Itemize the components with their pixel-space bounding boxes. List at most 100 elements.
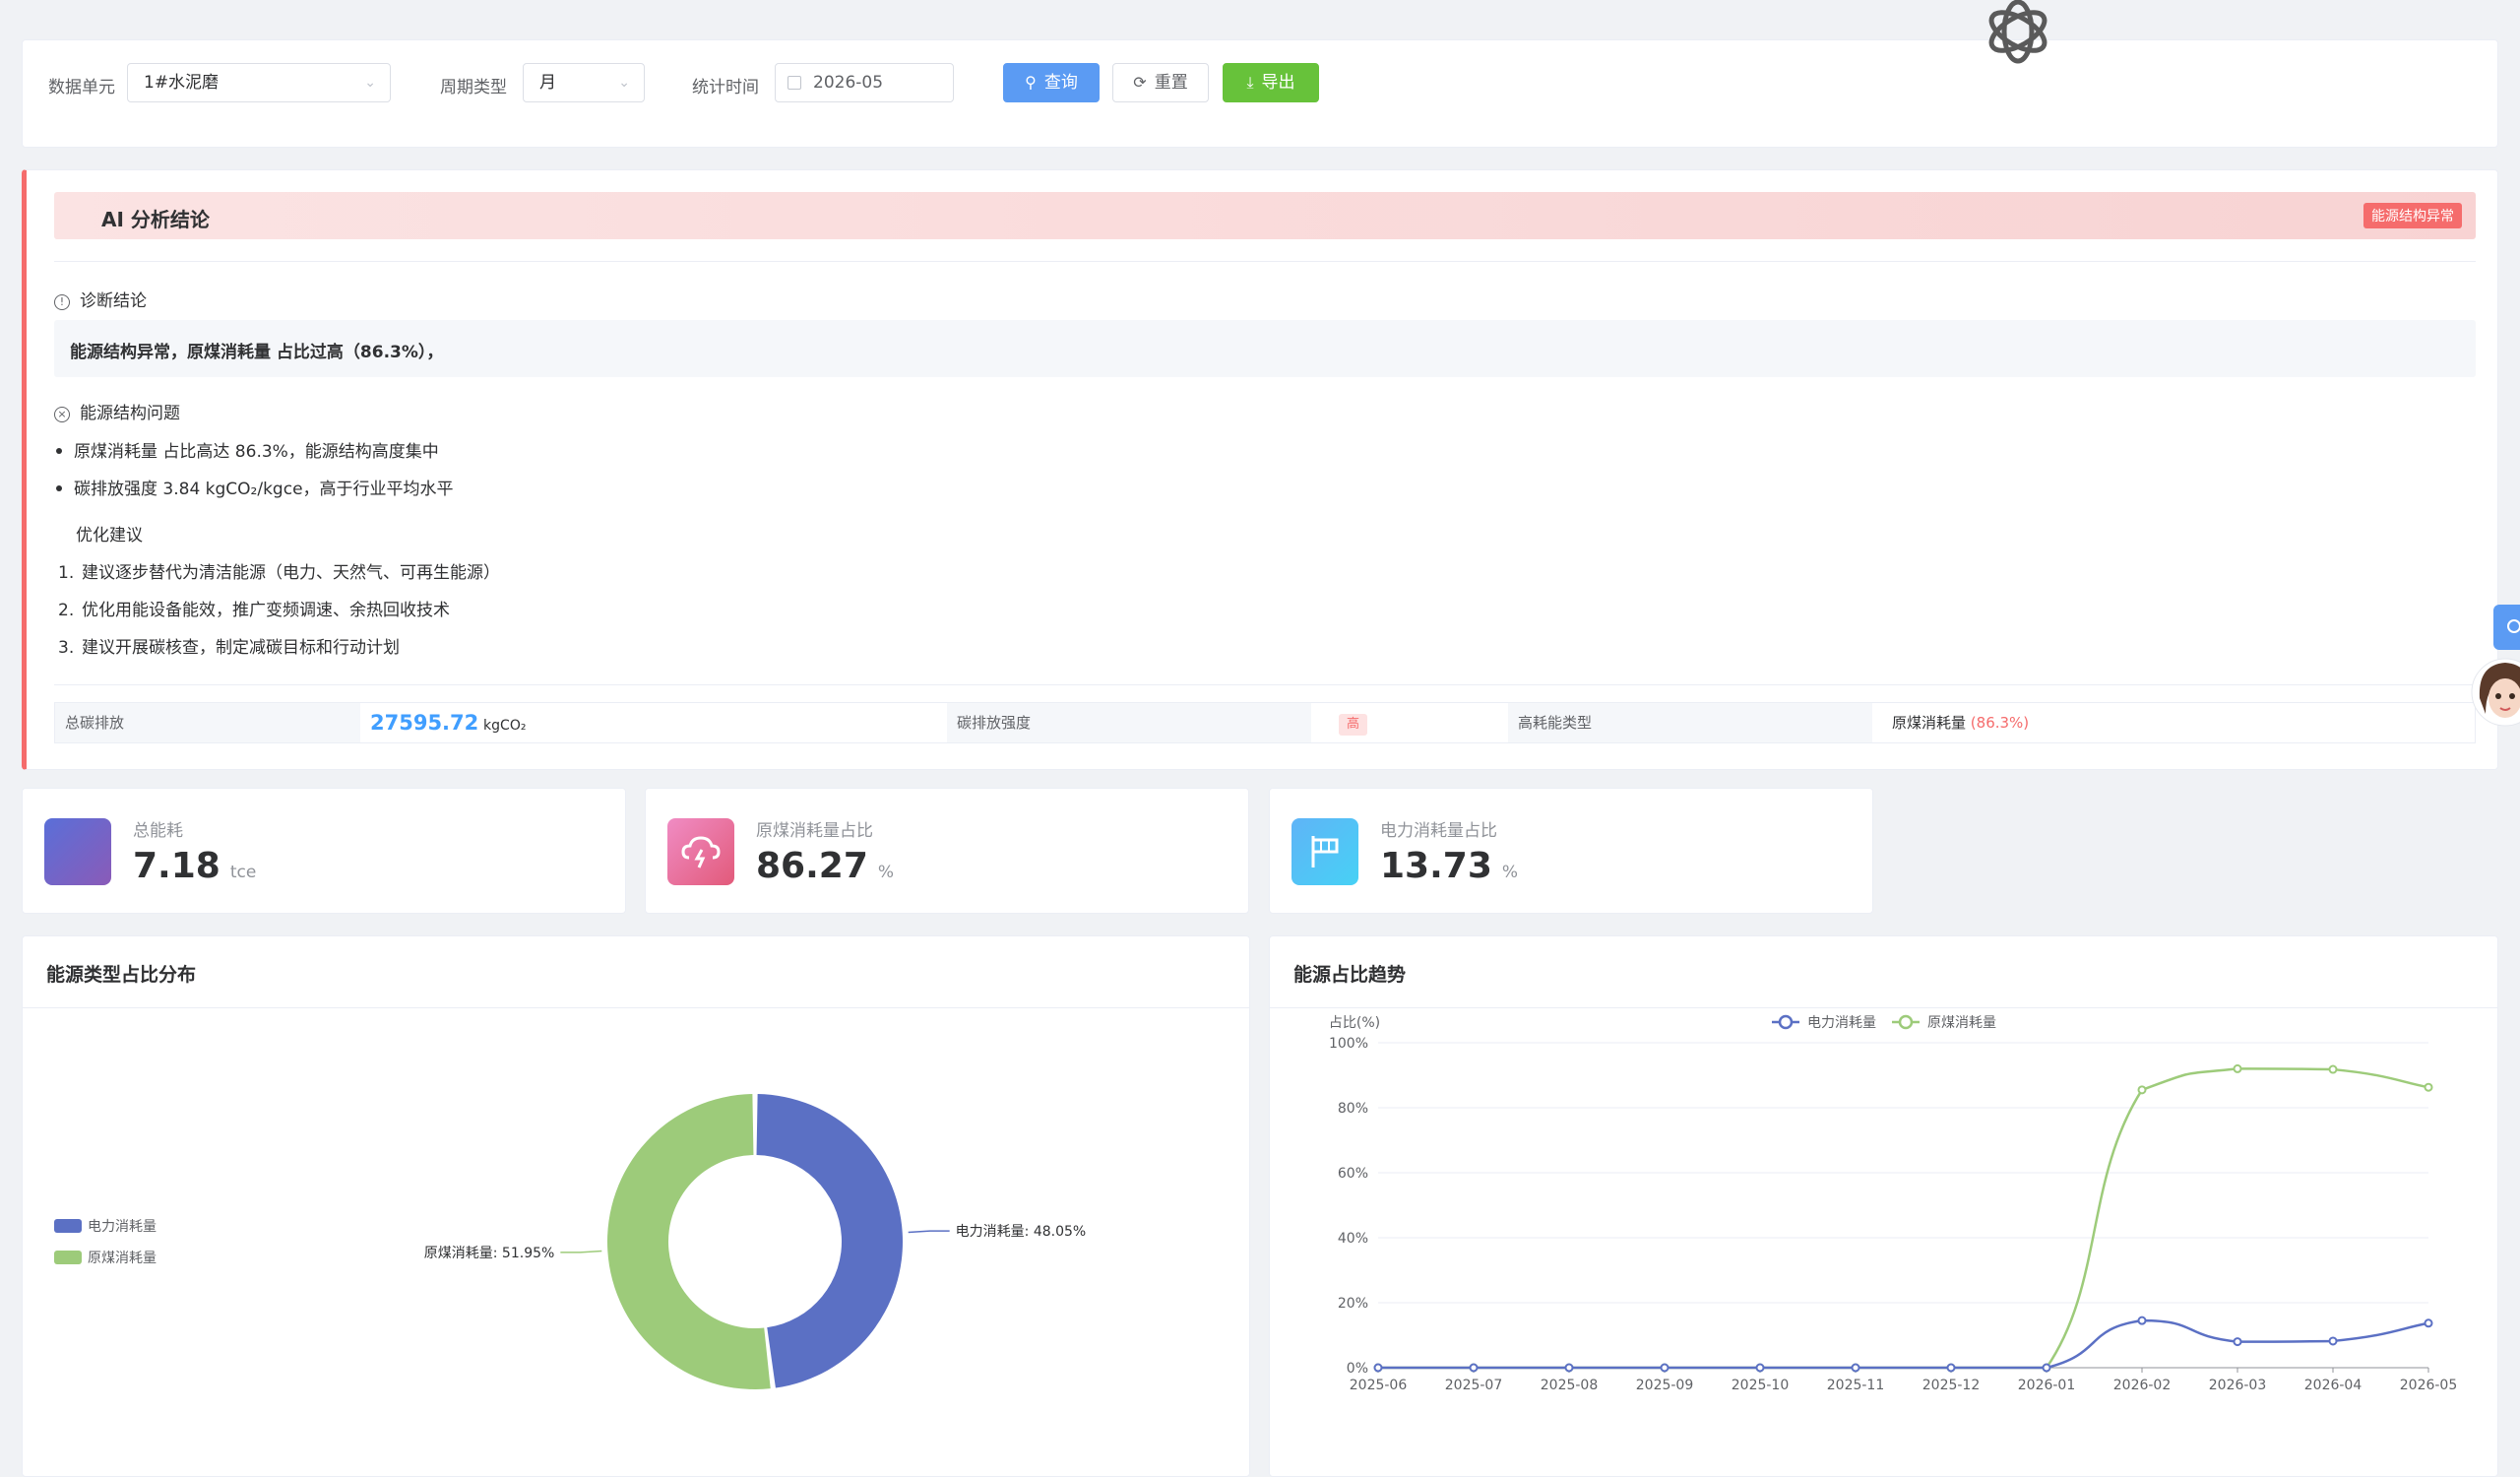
chevron-down-icon: ⌄: [364, 75, 376, 91]
x-tick-label: 2026-04: [2304, 1378, 2362, 1393]
type-value: 原煤消耗量 (86.3%): [1892, 703, 2029, 742]
divider: [54, 261, 2476, 262]
issues-heading: × 能源结构问题: [54, 399, 180, 423]
ai-analysis-header: AI 分析结论 能源结构异常: [54, 192, 2476, 239]
line-chart: 占比(%) 0% 20% 40% 60% 80% 100% 2025-06 2025-07 202…: [1329, 1014, 2458, 1393]
pie-chart-panel: 能源类型占比分布 电力消耗量 原煤消耗量 电力消耗量: 48.05% 原煤消耗量:…: [22, 935, 1250, 1477]
type-label: 高耗能类型: [1508, 703, 1872, 742]
suggestion-number: 3.: [58, 638, 75, 658]
legend-marker: [1898, 1014, 1914, 1030]
issue-item: 碳排放强度 3.84 kgCO₂/kgce，高于行业平均水平: [56, 475, 454, 499]
unit-label: 数据单元: [48, 78, 115, 97]
stat-unit: %: [877, 863, 895, 882]
suggestion-text: 建议逐步替代为清洁能源（电力、天然气、可再生能源）: [82, 563, 500, 583]
download-icon: ⤓: [1246, 73, 1254, 92]
x-tick-label: 2025-11: [1827, 1378, 1885, 1393]
suggestion-item: 2. 优化用能设备能效，推广变频调速、余热回收技术: [58, 596, 450, 620]
query-button[interactable]: ⚲ 查询: [1003, 63, 1100, 102]
data-point: [2328, 1336, 2338, 1346]
assistant-avatar[interactable]: [2466, 655, 2520, 730]
diagnosis-box: 能源结构异常，原煤消耗量 占比过高（86.3%），: [54, 320, 2476, 377]
ai-analysis-title: AI 分析结论: [101, 208, 210, 231]
pie-slice: [756, 1094, 903, 1388]
unit-select[interactable]: 1#水泥磨 ⌄: [127, 63, 391, 102]
total-emission-label: 总碳排放: [55, 703, 360, 742]
data-point: [1946, 1363, 1956, 1373]
suggestions-heading: 优化建议: [76, 526, 143, 546]
stat-unit: tce: [229, 863, 257, 882]
export-button[interactable]: ⤓ 导出: [1223, 63, 1319, 102]
series-line: [1378, 1318, 2429, 1370]
calendar-icon: [788, 76, 801, 90]
stat-value: 86.27%: [756, 846, 894, 886]
x-tick-label: 2025-06: [1350, 1378, 1408, 1393]
flag-glyph: [1311, 836, 1339, 867]
stat-number: 86.27: [756, 846, 868, 886]
y-tick-label: 40%: [1338, 1231, 1368, 1247]
x-tick-label: 2026-02: [2113, 1378, 2172, 1393]
close-circle-icon: ×: [54, 407, 70, 422]
diagnosis-heading-text: 诊断结论: [80, 291, 147, 311]
suggestion-item: 3. 建议开展碳核查，制定减碳目标和行动计划: [58, 633, 400, 658]
stat-value: 7.18 tce: [133, 846, 256, 886]
export-button-label: 导出: [1261, 73, 1295, 93]
pie-panel-title: 能源类型占比分布: [46, 964, 197, 986]
issue-item: 原煤消耗量 占比高达 86.3%，能源结构高度集中: [56, 437, 439, 462]
pie-slice-label: 电力消耗量: 48.05%: [956, 1224, 1087, 1240]
data-point: [1755, 1363, 1765, 1373]
gear-icon: [2507, 619, 2520, 633]
y-tick-label: 60%: [1338, 1166, 1368, 1182]
chevron-down-icon: ⌄: [618, 75, 630, 91]
suggestion-item: 1. 建议逐步替代为清洁能源（电力、天然气、可再生能源）: [58, 558, 500, 583]
stat-label: 原煤消耗量占比: [756, 821, 873, 841]
suggestion-text: 优化用能设备能效，推广变频调速、余热回收技术: [82, 601, 450, 620]
stat-value: 13.73%: [1380, 846, 1518, 886]
total-emission-value: 27595.72 kgCO₂: [370, 703, 526, 742]
data-point: [2042, 1363, 2051, 1373]
x-tick-label: 2026-01: [2018, 1378, 2076, 1393]
type-percent: (86.3%): [1970, 714, 2030, 732]
divider: [54, 684, 2476, 685]
x-tick-label: 2026-05: [2400, 1378, 2458, 1393]
x-tick-label: 2026-03: [2209, 1378, 2267, 1393]
stat-card-total-energy: 总能耗 7.18 tce: [22, 788, 626, 914]
x-tick-label: 2025-07: [1445, 1378, 1503, 1393]
suggestion-number: 2.: [58, 601, 75, 620]
info-icon: !: [54, 294, 70, 310]
legend-label: 电力消耗量: [1807, 1015, 1876, 1031]
total-emission-number: 27595.72: [370, 711, 479, 735]
issues-heading-text: 能源结构问题: [80, 404, 180, 423]
data-point: [2137, 1085, 2147, 1095]
total-emission-unit: kgCO₂: [483, 718, 527, 734]
data-point: [2328, 1064, 2338, 1074]
suggestion-text: 建议开展碳核查，制定减碳目标和行动计划: [82, 638, 400, 658]
time-date-value: 2026-05: [813, 73, 884, 93]
ai-analysis-card: AI 分析结论 能源结构异常 ! 诊断结论 能源结构异常，原煤消耗量 占比过高（8…: [22, 169, 2498, 770]
data-point: [2233, 1063, 2242, 1073]
stat-card-coal-ratio: 原煤消耗量占比 86.27%: [645, 788, 1249, 914]
search-icon: ⚲: [1025, 73, 1037, 92]
stat-number: 13.73: [1380, 846, 1492, 886]
trend-panel-title: 能源占比趋势: [1293, 964, 1407, 986]
data-point: [2233, 1337, 2242, 1347]
status-badge: 能源结构异常: [2363, 203, 2462, 228]
data-point: [1469, 1363, 1479, 1373]
pie-chart: 电力消耗量: 48.05% 原煤消耗量: 51.95%: [424, 1094, 1087, 1389]
legend-marker: [1778, 1014, 1794, 1030]
y-tick-label: 0%: [1347, 1361, 1368, 1377]
time-label: 统计时间: [692, 78, 759, 97]
stat-label: 电力消耗量占比: [1380, 821, 1497, 841]
side-settings-tab[interactable]: [2493, 605, 2520, 650]
x-tick-label: 2025-10: [1732, 1378, 1790, 1393]
stat-number: 7.18: [133, 846, 220, 886]
stat-unit: %: [1501, 863, 1519, 882]
intensity-value: 高: [1339, 703, 1368, 742]
period-select[interactable]: 月 ⌄: [523, 63, 645, 102]
data-point: [1564, 1363, 1574, 1373]
openai-logo-icon: [1988, 0, 2048, 64]
data-point: [2137, 1316, 2147, 1325]
energy-cube-icon: [44, 818, 111, 885]
period-select-value: 月: [539, 73, 556, 93]
reset-button[interactable]: ⟳ 重置: [1112, 63, 1209, 102]
time-date-picker[interactable]: 2026-05: [775, 63, 954, 102]
